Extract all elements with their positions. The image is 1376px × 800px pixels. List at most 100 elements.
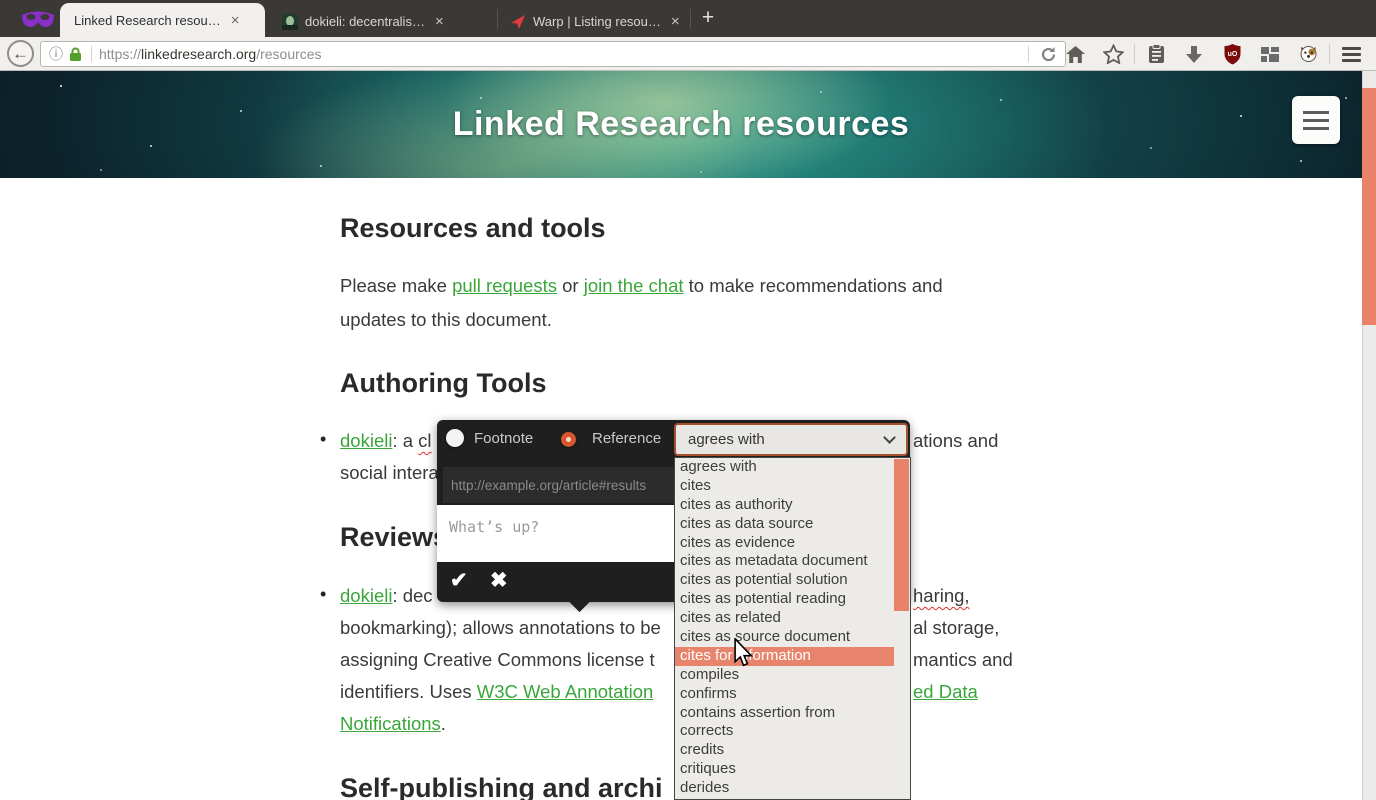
reviews-dokieli-line2-right: al storage, <box>913 617 1000 638</box>
reference-radio[interactable] <box>561 432 576 447</box>
bookmark-star-icon[interactable] <box>1094 44 1132 64</box>
intro-paragraph-line1: Please make pull requests or join the ch… <box>340 271 943 301</box>
reading-list-icon[interactable] <box>1137 44 1175 64</box>
body-text: : dec <box>392 585 433 606</box>
toolbar-divider <box>1329 44 1330 64</box>
body-text: : a <box>392 430 419 451</box>
reviews-dokieli-line1-left: dokieli: dec <box>340 581 433 611</box>
linked-data-notifications-link[interactable]: ed Data <box>913 681 978 702</box>
reviews-dokieli-line5: Notifications. <box>340 709 446 739</box>
tab-separator <box>497 9 498 29</box>
tab-close-icon[interactable]: × <box>231 13 240 28</box>
w3c-web-annotation-link[interactable]: W3C Web Annotation <box>477 681 654 702</box>
dropdown-option[interactable]: cites as authority <box>675 496 910 515</box>
heading-self-publishing: Self-publishing and archi <box>340 773 663 800</box>
tab-separator <box>690 9 691 29</box>
dog-extension-icon[interactable] <box>1289 44 1327 64</box>
urlbar-divider <box>1028 46 1029 62</box>
dropdown-option[interactable]: cites as related <box>675 609 910 628</box>
submit-check-icon[interactable]: ✔ <box>450 568 468 593</box>
dropdown-option[interactable]: cites as data source <box>675 515 910 534</box>
footnote-radio-label[interactable]: Footnote <box>474 430 533 447</box>
page-banner: Linked Research resources <box>0 71 1362 178</box>
svg-text:uO: uO <box>1227 51 1237 58</box>
cancel-x-icon[interactable]: ✖ <box>490 568 508 593</box>
urlbar-divider <box>91 46 92 62</box>
footnote-radio[interactable] <box>446 429 464 447</box>
dropdown-option[interactable]: credits <box>675 741 910 760</box>
dropdown-option-highlighted[interactable]: cites for information <box>675 646 894 666</box>
downloads-icon[interactable] <box>1175 45 1213 64</box>
popup-tail <box>568 590 591 613</box>
heading-authoring-tools: Authoring Tools <box>340 368 547 398</box>
tab-close-icon[interactable]: × <box>671 14 680 29</box>
dropdown-option[interactable]: derides <box>675 779 910 798</box>
dropdown-option[interactable]: critiques <box>675 760 910 779</box>
intro-paragraph-line2: updates to this document. <box>340 309 552 330</box>
relation-select[interactable]: agrees with <box>674 423 908 456</box>
dokieli-link[interactable]: dokieli <box>340 430 392 451</box>
dropdown-option[interactable]: contains assertion from <box>675 704 910 723</box>
warp-favicon-icon <box>511 14 525 29</box>
join-the-chat-link[interactable]: join the chat <box>584 275 684 296</box>
reviews-dokieli-line4-left: identifiers. Uses W3C Web Annotation <box>340 677 653 707</box>
page-scrollbar-thumb[interactable] <box>1362 88 1376 325</box>
dokieli-link[interactable]: dokieli <box>340 585 392 606</box>
menu-hamburger-icon[interactable] <box>1332 44 1370 65</box>
back-button[interactable]: ← <box>7 40 34 67</box>
tab-warp[interactable]: Warp | Listing resou… × <box>502 6 688 37</box>
mask-icon[interactable] <box>20 8 56 30</box>
body-text: identifiers. Uses <box>340 681 477 702</box>
tab-title: Warp | Listing resou… <box>533 14 661 29</box>
page-title: Linked Research resources <box>452 105 910 143</box>
pull-requests-link[interactable]: pull requests <box>452 275 557 296</box>
body-text: . <box>440 713 446 734</box>
heading-reviews: Reviews <box>340 522 449 552</box>
tab-linked-research[interactable]: Linked Research resou… × <box>60 3 265 37</box>
relation-dropdown-list: agrees with cites cites as authority cit… <box>674 457 911 800</box>
reviews-dokieli-line3-left: assigning Creative Commons license t <box>340 649 655 670</box>
tiles-grid-icon[interactable] <box>1251 45 1289 64</box>
url-bar[interactable]: ⓘ https://linkedresearch.org/resources <box>40 41 1066 67</box>
tab-close-icon[interactable]: × <box>435 14 444 29</box>
url-host: linkedresearch.org <box>141 46 257 62</box>
list-bullet: • <box>320 429 327 449</box>
url-text[interactable]: https://linkedresearch.org/resources <box>99 46 322 62</box>
dokieli-favicon-icon <box>282 13 298 30</box>
notifications-link[interactable]: Notifications <box>340 713 441 734</box>
home-icon[interactable] <box>1056 45 1094 64</box>
authoring-dokieli-line2: social intera <box>340 462 439 483</box>
dropdown-option[interactable]: cites as potential reading <box>675 590 910 609</box>
dropdown-option[interactable]: compiles <box>675 666 910 685</box>
ublock-shield-icon[interactable]: uO <box>1213 43 1251 65</box>
dropdown-option[interactable]: cites as source document <box>675 628 910 647</box>
toolbar-divider <box>1134 44 1135 64</box>
dropdown-option[interactable]: confirms <box>675 685 910 704</box>
page-info-icon[interactable]: ⓘ <box>49 44 63 64</box>
new-tab-button[interactable]: + <box>695 5 721 31</box>
tab-title: dokieli: decentralis… <box>305 14 425 29</box>
reviews-dokieli-line3-right: mantics and <box>913 649 1013 670</box>
dropdown-option[interactable]: agrees with <box>675 458 910 477</box>
reload-icon[interactable] <box>1040 46 1057 63</box>
dropdown-option[interactable]: cites <box>675 477 910 496</box>
authoring-dokieli-line1-left: dokieli: a cl <box>340 426 432 456</box>
intro-text: Please make <box>340 275 453 296</box>
reference-radio-label[interactable]: Reference <box>592 430 661 447</box>
site-menu-button[interactable] <box>1292 96 1340 144</box>
reviews-dokieli-line4-right: ed Data <box>913 677 978 707</box>
navigation-toolbar: ← ⓘ https://linkedresearch.org/resources <box>0 37 1376 71</box>
dropdown-option[interactable]: corrects <box>675 722 910 741</box>
intro-text: to make recommendations and <box>683 275 943 296</box>
relation-select-value: agrees with <box>688 431 765 448</box>
dropdown-option[interactable]: cites as metadata document <box>675 552 910 571</box>
tab-dokieli[interactable]: dokieli: decentralis… × <box>274 6 494 37</box>
tab-title: Linked Research resou… <box>74 12 221 28</box>
annotated-text: cl <box>418 430 432 451</box>
starfield <box>60 85 62 87</box>
list-bullet: • <box>320 584 327 604</box>
dropdown-option[interactable]: cites as potential solution <box>675 571 910 590</box>
browser-window: Linked Research resou… × dokieli: decent… <box>0 0 1376 800</box>
dropdown-option[interactable]: cites as evidence <box>675 534 910 553</box>
dropdown-scrollbar-thumb[interactable] <box>894 459 909 611</box>
